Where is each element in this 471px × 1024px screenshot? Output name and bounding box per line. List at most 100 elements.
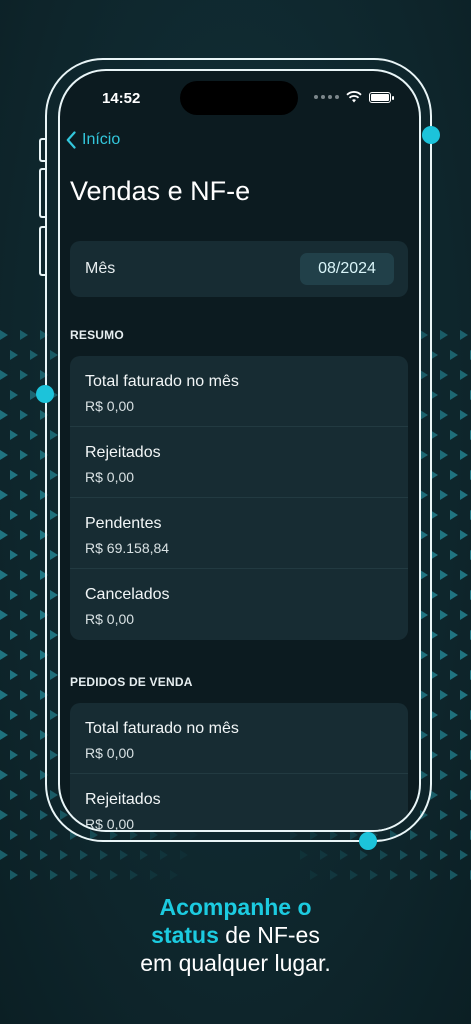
pattern-triangle xyxy=(30,670,38,680)
pattern-triangle xyxy=(140,850,148,860)
pattern-triangle xyxy=(450,550,458,560)
pattern-triangle xyxy=(0,330,8,340)
list-item[interactable]: Rejeitados R$ 0,00 xyxy=(70,774,408,832)
pattern-triangle xyxy=(30,590,38,600)
pattern-triangle xyxy=(30,550,38,560)
chevron-left-icon xyxy=(66,131,76,149)
pattern-triangle xyxy=(0,690,8,700)
pattern-triangle xyxy=(0,410,8,420)
pattern-triangle xyxy=(10,470,18,480)
pattern-triangle xyxy=(30,350,38,360)
pattern-triangle xyxy=(460,570,468,580)
resumo-list: Total faturado no mês R$ 0,00 Rejeitados… xyxy=(70,356,408,640)
pattern-triangle xyxy=(30,790,38,800)
month-row[interactable]: Mês 08/2024 xyxy=(70,241,408,297)
pattern-triangle xyxy=(460,850,468,860)
pattern-triangle xyxy=(10,670,18,680)
pattern-triangle xyxy=(450,670,458,680)
pattern-triangle xyxy=(350,870,358,880)
section-header-resumo: RESUMO xyxy=(70,328,124,342)
row-value: R$ 69.158,84 xyxy=(85,540,170,556)
pattern-triangle xyxy=(420,850,428,860)
list-item[interactable]: Pendentes R$ 69.158,84 xyxy=(70,498,408,569)
pattern-triangle xyxy=(450,590,458,600)
pattern-triangle xyxy=(30,630,38,640)
pattern-triangle xyxy=(50,830,58,840)
pattern-triangle xyxy=(460,330,468,340)
list-item[interactable]: Total faturado no mês R$ 0,00 xyxy=(70,356,408,427)
pattern-triangle xyxy=(60,850,68,860)
pattern-triangle xyxy=(460,410,468,420)
pattern-triangle xyxy=(20,530,28,540)
accent-dot xyxy=(36,385,54,403)
pattern-triangle xyxy=(170,870,178,880)
pattern-triangle xyxy=(310,870,318,880)
pattern-triangle xyxy=(460,810,468,820)
pattern-triangle xyxy=(20,370,28,380)
row-value: R$ 0,00 xyxy=(85,816,135,832)
page-title: Vendas e NF-e xyxy=(70,176,251,206)
pattern-triangle xyxy=(460,610,468,620)
list-item[interactable]: Total faturado no mês R$ 0,00 xyxy=(70,703,408,774)
row-value: R$ 0,00 xyxy=(85,469,135,485)
pattern-triangle xyxy=(460,770,468,780)
pattern-triangle xyxy=(460,530,468,540)
pattern-triangle xyxy=(0,570,8,580)
pattern-triangle xyxy=(450,710,458,720)
pattern-triangle xyxy=(10,630,18,640)
caption-accent-1: Acompanhe o xyxy=(159,894,312,920)
wifi-icon xyxy=(346,91,362,103)
pattern-triangle xyxy=(440,490,448,500)
row-value: R$ 0,00 xyxy=(85,398,135,414)
pattern-triangle xyxy=(400,850,408,860)
pattern-triangle xyxy=(10,550,18,560)
pattern-triangle xyxy=(30,430,38,440)
section-header-pedidos: PEDIDOS DE VENDA xyxy=(70,675,193,689)
row-label: Total faturado no mês xyxy=(85,720,239,737)
pattern-triangle xyxy=(440,650,448,660)
pattern-triangle xyxy=(320,850,328,860)
pattern-triangle xyxy=(20,330,28,340)
pattern-triangle xyxy=(20,450,28,460)
accent-dot xyxy=(422,126,440,144)
pattern-triangle xyxy=(370,870,378,880)
pattern-triangle xyxy=(20,850,28,860)
pattern-triangle xyxy=(50,870,58,880)
pattern-triangle xyxy=(20,610,28,620)
pattern-triangle xyxy=(150,870,158,880)
pattern-triangle xyxy=(0,450,8,460)
pattern-triangle xyxy=(0,650,8,660)
list-item[interactable]: Rejeitados R$ 0,00 xyxy=(70,427,408,498)
pattern-triangle xyxy=(450,870,458,880)
row-label: Pendentes xyxy=(85,515,162,532)
pattern-triangle xyxy=(30,830,38,840)
pattern-triangle xyxy=(460,450,468,460)
pattern-triangle xyxy=(410,870,418,880)
pattern-triangle xyxy=(30,870,38,880)
accent-dot xyxy=(359,832,377,850)
pattern-triangle xyxy=(440,450,448,460)
pattern-triangle xyxy=(20,650,28,660)
pattern-triangle xyxy=(450,790,458,800)
pattern-triangle xyxy=(390,870,398,880)
dynamic-island xyxy=(180,81,298,115)
pattern-triangle xyxy=(440,730,448,740)
pattern-triangle xyxy=(440,530,448,540)
row-label: Total faturado no mês xyxy=(85,373,239,390)
pattern-triangle xyxy=(0,770,8,780)
pattern-triangle xyxy=(410,830,418,840)
list-item[interactable]: Cancelados R$ 0,00 xyxy=(70,569,408,640)
pattern-triangle xyxy=(450,830,458,840)
pattern-triangle xyxy=(20,570,28,580)
row-value: R$ 0,00 xyxy=(85,611,135,627)
pattern-triangle xyxy=(430,870,438,880)
status-time: 14:52 xyxy=(102,90,141,107)
month-picker[interactable]: 08/2024 xyxy=(300,253,394,285)
pattern-triangle xyxy=(30,470,38,480)
cellular-icon xyxy=(314,95,339,99)
pattern-triangle xyxy=(450,630,458,640)
pattern-triangle xyxy=(460,650,468,660)
caption-accent-2: status xyxy=(151,922,219,948)
back-button[interactable]: Início xyxy=(66,131,120,149)
pattern-triangle xyxy=(10,710,18,720)
